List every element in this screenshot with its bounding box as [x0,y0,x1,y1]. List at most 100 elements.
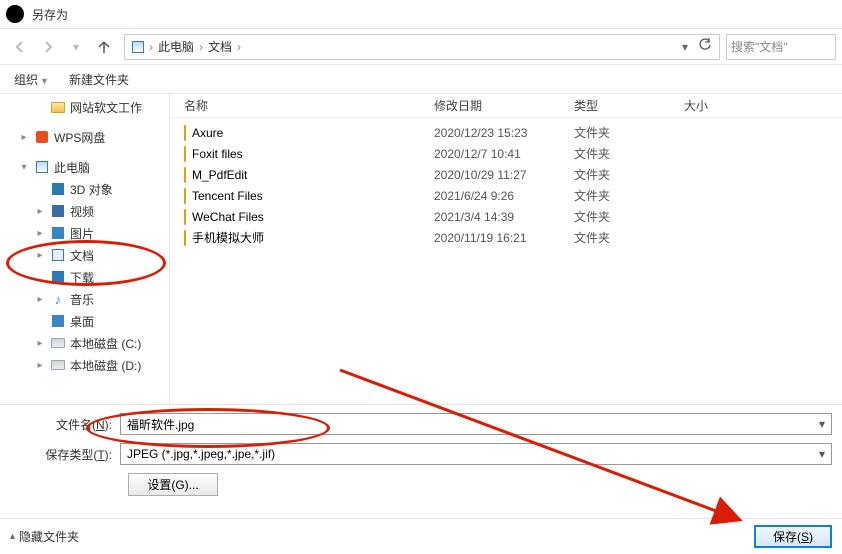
nav-forward-button[interactable] [34,33,62,61]
tree-expander-icon[interactable]: ▾ [18,162,30,173]
organize-menu[interactable]: 组织▼ [10,69,53,90]
tree-item[interactable]: ▸图片 [0,222,169,244]
breadcrumb-seg[interactable]: 此电脑 [155,38,197,55]
col-type[interactable]: 类型 [574,97,684,114]
tree-item[interactable]: ▸ 本地磁盘 (D:) [0,354,169,376]
video-icon [50,203,66,219]
nav-recent-button[interactable]: ▾ [62,33,90,61]
tree-expander-icon[interactable]: ▸ [34,294,46,305]
tree-item-label: 下载 [70,269,94,286]
filetype-select[interactable]: JPEG (*.jpg,*.jpeg,*.jpe,*.jif) ▾ [120,443,832,465]
tree-expander-icon[interactable]: ▸ [34,206,46,217]
tree-item[interactable]: ▸ WPS网盘 [0,126,169,148]
navbar: ▾ › 此电脑 › 文档 › ▾ 搜索"文档" [0,28,842,64]
col-date[interactable]: 修改日期 [434,97,574,114]
file-date: 2021/6/24 9:26 [434,189,574,203]
folder-icon [184,231,186,245]
new-folder-button[interactable]: 新建文件夹 [65,69,133,90]
file-name: Axure [192,126,223,140]
filename-label: 文件名(N): [10,416,120,433]
main-split: 网站软文工作▸WPS网盘▾此电脑3D 对象▸视频▸图片▸文档下载▸♪音乐桌面▸本… [0,94,842,404]
pc-icon [129,41,147,53]
tree-item[interactable]: ▸ ♪音乐 [0,288,169,310]
tree-item[interactable]: 网站软文工作 [0,96,169,118]
chevron-right-icon: › [235,40,243,54]
tree-item-label: 桌面 [70,313,94,330]
file-date: 2020/11/19 16:21 [434,231,574,245]
hide-folders-toggle[interactable]: ▴ 隐藏文件夹 [10,528,79,545]
folder-icon [184,168,186,182]
nav-up-button[interactable] [90,33,118,61]
tree-item-label: 此电脑 [54,159,90,176]
file-type: 文件夹 [574,229,684,246]
tree-expander-icon[interactable]: ▸ [34,228,46,239]
filename-value: 福昕软件.jpg [127,416,819,433]
pc-icon [34,159,50,175]
tree-item-label: 本地磁盘 (D:) [70,357,141,374]
col-size[interactable]: 大小 [684,97,842,114]
file-name: WeChat Files [192,210,264,224]
chevron-right-icon: › [197,40,205,54]
doc-icon [50,247,66,263]
tree-item[interactable]: ▸本地磁盘 (C:) [0,332,169,354]
table-row[interactable]: Tencent Files2021/6/24 9:26文件夹 [184,185,842,206]
disk-icon [50,357,66,373]
table-row[interactable]: Axure2020/12/23 15:23文件夹 [184,122,842,143]
address-dropdown[interactable]: ▾ [675,40,695,54]
tree-expander-icon[interactable]: ▸ [34,360,46,371]
titlebar: 另存为 [0,0,842,28]
save-button[interactable]: 保存(S) [754,525,832,548]
tree-item-label: 视频 [70,203,94,220]
file-name: Foxit files [192,147,243,161]
tree-item[interactable]: ▸ 视频 [0,200,169,222]
file-date: 2020/12/23 15:23 [434,126,574,140]
disk-icon [50,335,66,351]
settings-button[interactable]: 设置(G)... [128,473,218,496]
tree-expander-icon[interactable]: ▸ [18,132,30,143]
3d-icon [50,181,66,197]
breadcrumb-seg[interactable]: 文档 [205,38,235,55]
folder-icon [184,189,186,203]
folder-icon [184,210,186,224]
filename-input[interactable]: 福昕软件.jpg ▾ [120,413,832,435]
tree-item[interactable]: 下载 [0,266,169,288]
table-row[interactable]: 手机模拟大师 2020/11/19 16:21文件夹 [184,227,842,248]
nav-back-button[interactable] [6,33,34,61]
filetype-field: 保存类型(T): JPEG (*.jpg,*.jpeg,*.jpe,*.jif)… [10,443,832,465]
file-date: 2020/12/7 10:41 [434,147,574,161]
nav-tree[interactable]: 网站软文工作▸WPS网盘▾此电脑3D 对象▸视频▸图片▸文档下载▸♪音乐桌面▸本… [0,94,170,404]
file-rows: Axure2020/12/23 15:23文件夹Foxit files2020/… [170,118,842,248]
file-name: Tencent Files [192,189,263,203]
table-row[interactable]: Foxit files 2020/12/7 10:41文件夹 [184,143,842,164]
tree-item[interactable]: ▾ 此电脑 [0,156,169,178]
tree-item[interactable]: 3D 对象 [0,178,169,200]
file-date: 2020/10/29 11:27 [434,168,574,182]
filename-field: 文件名(N): 福昕软件.jpg ▾ [10,413,832,435]
file-name: 手机模拟大师 [192,229,264,246]
refresh-button[interactable] [695,38,715,55]
tree-item[interactable]: 桌面 [0,310,169,332]
chevron-down-icon[interactable]: ▾ [819,417,825,431]
col-name[interactable]: 名称 [184,97,434,114]
desktop-icon [50,313,66,329]
search-input[interactable]: 搜索"文档" [726,34,836,60]
tree-item[interactable]: ▸文档 [0,244,169,266]
music-icon: ♪ [50,291,66,307]
address-bar[interactable]: › 此电脑 › 文档 › ▾ [124,34,720,60]
tree-expander-icon[interactable]: ▸ [34,250,46,261]
file-name: M_PdfEdit [192,168,247,182]
file-type: 文件夹 [574,166,684,183]
down-icon [50,269,66,285]
tree-item-label: 音乐 [70,291,94,308]
tree-item-label: WPS网盘 [54,129,105,146]
file-type: 文件夹 [574,208,684,225]
file-type: 文件夹 [574,145,684,162]
hide-folders-label: 隐藏文件夹 [19,528,79,545]
column-headers[interactable]: 名称 修改日期 类型 大小 [170,94,842,118]
chevron-down-icon[interactable]: ▾ [819,447,825,461]
toolbar: 组织▼ 新建文件夹 [0,64,842,94]
table-row[interactable]: WeChat Files2021/3/4 14:39文件夹 [184,206,842,227]
tree-expander-icon[interactable]: ▸ [34,338,46,349]
table-row[interactable]: M_PdfEdit 2020/10/29 11:27文件夹 [184,164,842,185]
folder-icon [184,147,186,161]
